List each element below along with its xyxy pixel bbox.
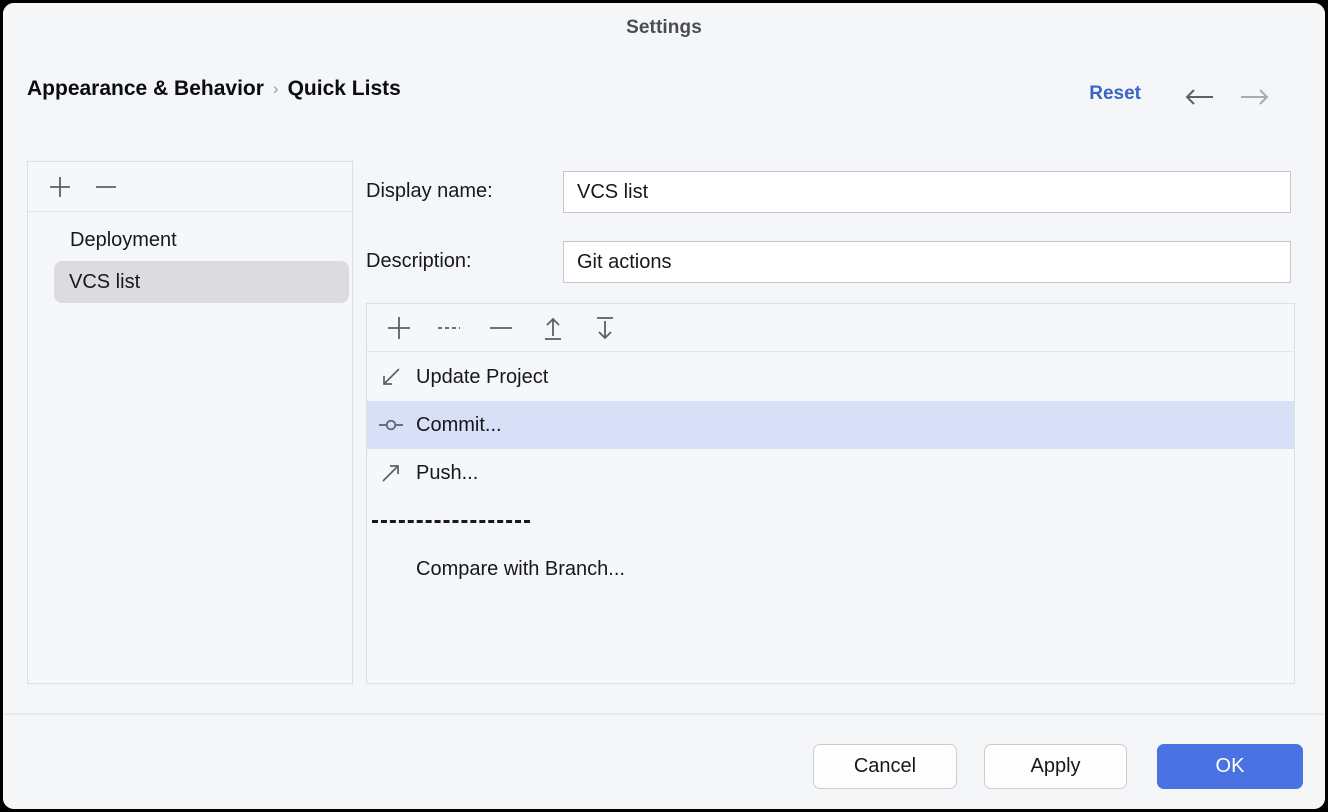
quick-lists-panel: Deployment VCS list [27, 161, 353, 684]
action-separator-row[interactable] [367, 497, 1294, 545]
action-row[interactable]: Compare with Branch... [367, 545, 1294, 593]
arrow-up-to-line-icon[interactable] [535, 311, 571, 345]
list-item-label: VCS list [69, 271, 140, 294]
dialog-titlebar: Settings [3, 3, 1325, 56]
actions-toolbar [367, 304, 1294, 352]
apply-button[interactable]: Apply [984, 744, 1127, 789]
description-input[interactable] [563, 241, 1291, 283]
cancel-button[interactable]: Cancel [813, 744, 957, 789]
reset-button[interactable]: Reset [1089, 83, 1141, 105]
quick-lists-toolbar [28, 162, 352, 212]
breadcrumb-item-appearance-behavior[interactable]: Appearance & Behavior [27, 77, 264, 101]
back-arrow-icon[interactable] [1183, 84, 1217, 110]
action-label: Push... [416, 462, 478, 485]
action-row[interactable]: Update Project [367, 353, 1294, 401]
actions-list: Update Project Commit... [367, 353, 1294, 683]
minus-icon[interactable] [88, 170, 124, 204]
action-label: Compare with Branch... [416, 558, 625, 581]
display-name-input[interactable] [563, 171, 1291, 213]
plus-icon[interactable] [42, 170, 78, 204]
separator-line [372, 520, 530, 523]
dialog-footer: Cancel Apply OK [3, 715, 1325, 809]
display-name-label: Display name: [366, 180, 493, 203]
arrow-down-left-icon [378, 364, 404, 390]
list-item[interactable]: Deployment [29, 219, 351, 261]
dialog-title: Settings [3, 17, 1325, 39]
settings-dialog-window: Settings Appearance & Behavior › Quick L… [0, 0, 1328, 812]
actions-panel: Update Project Commit... [366, 303, 1295, 684]
ok-button[interactable]: OK [1157, 744, 1303, 789]
forward-arrow-icon[interactable] [1237, 84, 1271, 110]
minus-icon[interactable] [483, 311, 519, 345]
breadcrumb-item-quick-lists: Quick Lists [288, 77, 401, 101]
quick-lists-items: Deployment VCS list [28, 213, 352, 683]
action-row[interactable]: Push... [367, 449, 1294, 497]
arrow-down-to-line-icon[interactable] [587, 311, 623, 345]
description-label: Description: [366, 250, 472, 273]
action-label: Update Project [416, 366, 548, 389]
breadcrumb-separator-icon: › [273, 79, 279, 99]
arrow-up-right-icon [378, 460, 404, 486]
list-item-label: Deployment [70, 229, 177, 252]
action-label: Commit... [416, 414, 502, 437]
list-item[interactable]: VCS list [54, 261, 349, 303]
breadcrumb: Appearance & Behavior › Quick Lists [27, 77, 401, 101]
settings-header: Appearance & Behavior › Quick Lists Rese… [3, 56, 1325, 134]
action-row[interactable]: Commit... [367, 401, 1294, 449]
commit-node-icon [378, 412, 404, 438]
plus-icon[interactable] [381, 311, 417, 345]
dashed-line-icon[interactable] [431, 311, 467, 345]
